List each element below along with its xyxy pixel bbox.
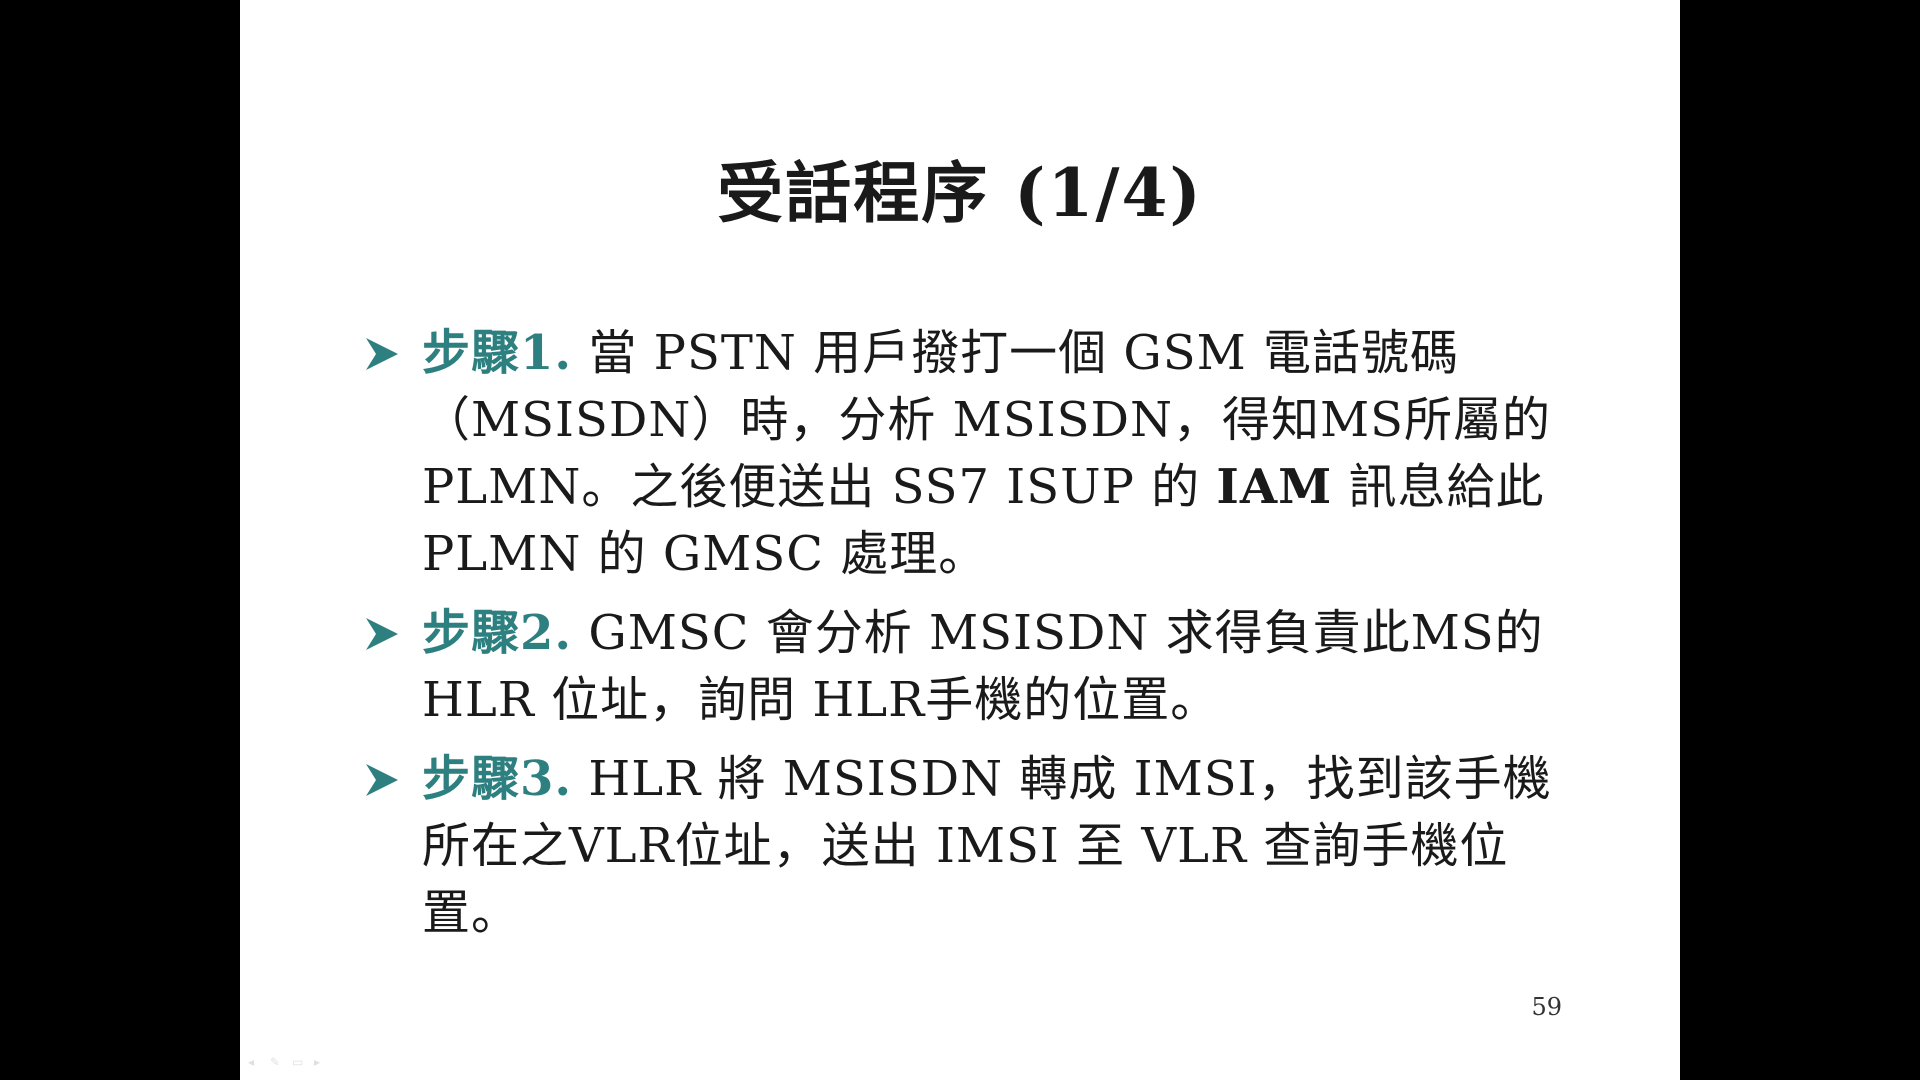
arrow-bullet-icon [366,338,398,370]
slide-title: 受話程序 (1/4) [717,154,1203,232]
arrow-bullet-icon [366,618,398,650]
step-text: GMSC 會分析 MSISDN 求得負責此MS的 HLR 位址，詢問 HLR手機… [422,605,1544,728]
step-emphasis: IAM [1216,459,1333,515]
menu-icon[interactable]: ▭ [292,1056,306,1068]
bullet-step-3: 步驟3. HLR 將 MSISDN 轉成 IMSI，找到該手機所在之VLR位址，… [364,746,1554,947]
presentation-viewport: 受話程序 (1/4) 步驟1. 當 PSTN 用戶撥打一個 GSM 電話號碼（M… [0,0,1920,1080]
previous-slide-icon[interactable]: ◂ [248,1056,262,1068]
step-label: 步驟3. [422,751,573,807]
slideshow-controls: ◂ ✎ ▭ ▸ [248,1056,328,1074]
pen-icon[interactable]: ✎ [270,1056,284,1068]
bullet-step-1: 步驟1. 當 PSTN 用戶撥打一個 GSM 電話號碼（MSISDN）時，分析 … [364,320,1554,588]
bullet-step-2: 步驟2. GMSC 會分析 MSISDN 求得負責此MS的 HLR 位址，詢問 … [364,600,1554,734]
slide[interactable]: 受話程序 (1/4) 步驟1. 當 PSTN 用戶撥打一個 GSM 電話號碼（M… [240,0,1680,1080]
next-slide-icon[interactable]: ▸ [314,1056,328,1068]
page-number: 59 [1531,993,1562,1021]
step-text: HLR 將 MSISDN 轉成 IMSI，找到該手機所在之VLR位址，送出 IM… [422,751,1552,941]
step-label: 步驟2. [422,605,573,661]
bullet-list: 步驟1. 當 PSTN 用戶撥打一個 GSM 電話號碼（MSISDN）時，分析 … [364,320,1554,959]
arrow-bullet-icon [366,764,398,796]
step-label: 步驟1. [422,325,573,381]
